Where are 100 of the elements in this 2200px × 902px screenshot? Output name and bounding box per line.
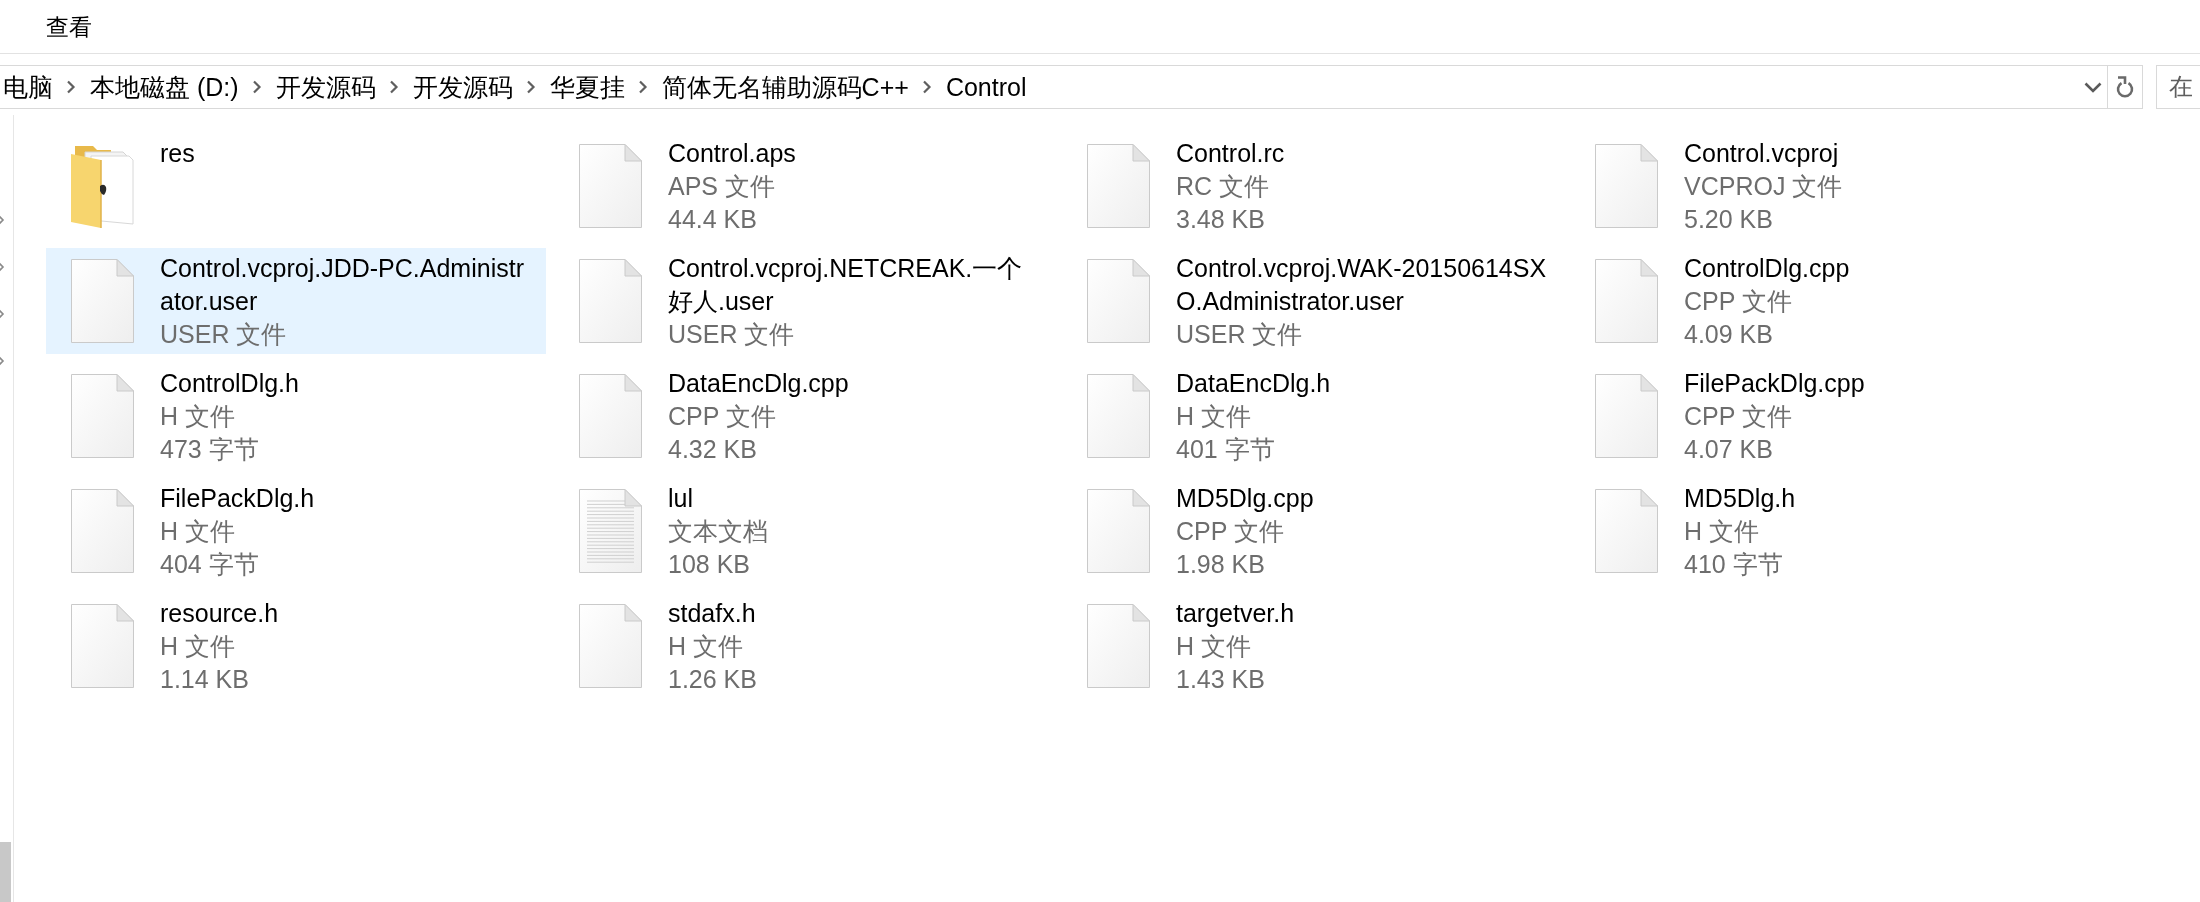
expand-chevron-icon[interactable] — [0, 261, 5, 273]
file-type: USER 文件 — [668, 319, 796, 350]
expand-chevron-icon[interactable] — [0, 308, 5, 320]
folder-icon — [71, 144, 134, 228]
file-type: H 文件 — [1684, 516, 1760, 547]
file-name: targetver.h — [1176, 598, 1296, 629]
file-type: APS 文件 — [668, 171, 776, 202]
file-name: Control.vcproj.NETCREAK.一个好人.user — [668, 253, 1024, 317]
file-size: 404 字节 — [160, 549, 260, 580]
file-item[interactable]: stdafx.h H 文件 1.26 KB — [554, 593, 1054, 699]
file-icon — [1595, 374, 1658, 458]
file-name: Control.rc — [1176, 138, 1286, 169]
scrollbar-thumb[interactable] — [0, 842, 11, 902]
file-size: 4.07 KB — [1684, 434, 1774, 465]
file-type: 文本文档 — [668, 516, 769, 547]
file-size: 5.20 KB — [1684, 204, 1774, 235]
file-type: CPP 文件 — [1684, 286, 1793, 317]
file-size: 4.09 KB — [1684, 319, 1774, 350]
file-name: Control.vcproj.JDD-PC.Administrator.user — [160, 253, 525, 317]
file-name: FilePackDlg.h — [160, 483, 316, 514]
breadcrumb[interactable]: 本地磁盘 (D:) — [90, 72, 239, 102]
file-name: ControlDlg.h — [160, 368, 300, 399]
chevron-right-icon[interactable] — [525, 80, 536, 94]
file-size: 1.98 KB — [1176, 549, 1266, 580]
file-item[interactable]: res — [46, 133, 546, 239]
expand-chevron-icon[interactable] — [0, 214, 5, 226]
file-icon — [1087, 259, 1150, 343]
file-type: VCPROJ 文件 — [1684, 171, 1844, 202]
breadcrumb[interactable]: 开发源码 — [275, 72, 376, 102]
chevron-right-icon[interactable] — [251, 80, 262, 94]
file-name: DataEncDlg.h — [1176, 368, 1332, 399]
chevron-right-icon[interactable] — [66, 80, 76, 94]
file-type: USER 文件 — [160, 319, 288, 350]
file-item[interactable]: MD5Dlg.cpp CPP 文件 1.98 KB — [1062, 478, 1562, 584]
ribbon-tab[interactable]: 查看 — [46, 16, 92, 39]
file-icon — [1595, 259, 1658, 343]
file-icon — [1595, 144, 1658, 228]
file-size: 1.43 KB — [1176, 664, 1266, 695]
file-item[interactable]: resource.h H 文件 1.14 KB — [46, 593, 546, 699]
refresh-icon — [2115, 76, 2135, 98]
file-type: CPP 文件 — [1684, 401, 1793, 432]
file-name: Control.vcproj — [1684, 138, 1840, 169]
file-size: 4.32 KB — [668, 434, 758, 465]
file-item[interactable]: Control.vcproj VCPROJ 文件 5.20 KB — [1570, 133, 2070, 239]
file-name: res — [160, 138, 196, 169]
file-item[interactable]: targetver.h H 文件 1.43 KB — [1062, 593, 1562, 699]
file-item[interactable]: Control.vcproj.WAK-20150614SXO.Administrator.user USER 文件 — [1062, 248, 1562, 354]
file-size: 3.48 KB — [1176, 204, 1266, 235]
file-item[interactable]: FilePackDlg.cpp CPP 文件 4.07 KB — [1570, 363, 2070, 469]
address-bar[interactable]: 电脑 本地磁盘 (D:) 开发源码 开发源码 华夏挂 简体无名辅助源码C++ Control — [0, 65, 2143, 109]
chevron-right-icon[interactable] — [921, 80, 932, 94]
file-item[interactable]: ControlDlg.h H 文件 473 字节 — [46, 363, 546, 469]
search-field[interactable]: 在 — [2156, 65, 2200, 109]
file-icon — [579, 604, 642, 688]
file-icon — [1087, 489, 1150, 573]
file-type: H 文件 — [160, 631, 236, 662]
file-icon — [1087, 604, 1150, 688]
document-icon — [579, 489, 642, 573]
file-name: stdafx.h — [668, 598, 757, 629]
file-type: H 文件 — [1176, 631, 1252, 662]
file-size: 473 字节 — [160, 434, 260, 465]
chevron-right-icon[interactable] — [388, 80, 399, 94]
file-name: DataEncDlg.cpp — [668, 368, 850, 399]
file-type: RC 文件 — [1176, 171, 1271, 202]
breadcrumb[interactable]: 电脑 — [3, 72, 53, 102]
file-type: H 文件 — [668, 631, 744, 662]
file-size: 44.4 KB — [668, 204, 758, 235]
breadcrumb[interactable]: Control — [945, 72, 1027, 102]
file-item[interactable]: DataEncDlg.h H 文件 401 字节 — [1062, 363, 1562, 469]
expand-chevron-icon[interactable] — [0, 355, 5, 367]
breadcrumb[interactable]: 开发源码 — [412, 72, 513, 102]
file-item[interactable]: Control.vcproj.NETCREAK.一个好人.user USER 文件 — [554, 248, 1054, 354]
file-icon — [71, 604, 134, 688]
breadcrumb[interactable]: 简体无名辅助源码C++ — [661, 72, 909, 102]
file-size: 410 字节 — [1684, 549, 1784, 580]
breadcrumb[interactable]: 华夏挂 — [549, 72, 625, 102]
file-name: Control.aps — [668, 138, 797, 169]
file-item[interactable]: DataEncDlg.cpp CPP 文件 4.32 KB — [554, 363, 1054, 469]
file-item[interactable]: ControlDlg.cpp CPP 文件 4.09 KB — [1570, 248, 2070, 354]
file-name: lul — [668, 483, 694, 514]
file-type: USER 文件 — [1176, 319, 1304, 350]
file-type: H 文件 — [160, 516, 236, 547]
file-item[interactable]: MD5Dlg.h H 文件 410 字节 — [1570, 478, 2070, 584]
file-icon — [71, 374, 134, 458]
file-size: 1.26 KB — [668, 664, 758, 695]
file-type: H 文件 — [160, 401, 236, 432]
file-icon — [71, 489, 134, 573]
file-item[interactable]: Control.aps APS 文件 44.4 KB — [554, 133, 1054, 239]
file-item[interactable]: Control.vcproj.JDD-PC.Administrator.user USER 文件 — [46, 248, 546, 354]
file-icon — [71, 259, 134, 343]
file-icon — [579, 374, 642, 458]
file-size: 401 字节 — [1176, 434, 1276, 465]
file-item[interactable]: FilePackDlg.h H 文件 404 字节 — [46, 478, 546, 584]
file-icon — [579, 144, 642, 228]
file-icon — [1087, 144, 1150, 228]
file-type: CPP 文件 — [1176, 516, 1285, 547]
file-item[interactable]: Control.rc RC 文件 3.48 KB — [1062, 133, 1562, 239]
file-name: FilePackDlg.cpp — [1684, 368, 1866, 399]
chevron-right-icon[interactable] — [637, 80, 648, 94]
file-item[interactable]: lul 文本文档 108 KB — [554, 478, 1054, 584]
